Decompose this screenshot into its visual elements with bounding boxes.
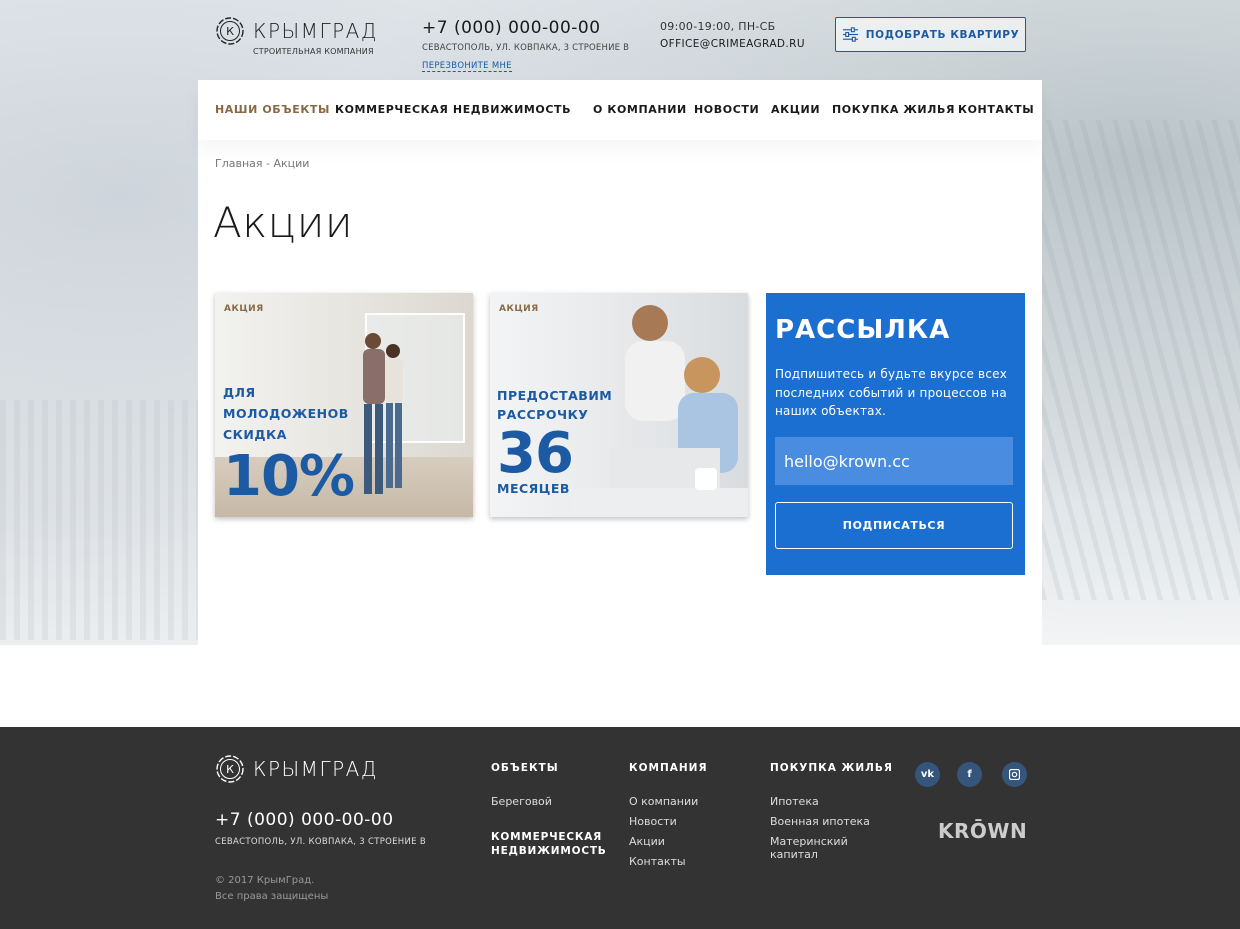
promo-line: СКИДКА (223, 427, 287, 442)
promo-line: МОЛОДОЖЕНОВ (223, 406, 349, 421)
logo-emblem-icon: К (216, 755, 244, 783)
nav-item-our-objects[interactable]: НАШИ ОБЪЕКТЫ (215, 103, 330, 116)
rights-line: Все права защищены (215, 891, 329, 902)
promo-months-value: 36 (497, 421, 574, 486)
svg-text:К: К (226, 25, 234, 38)
footer-phone[interactable]: +7 (000) 000-00-00 (215, 810, 394, 830)
background-pattern-right (1042, 120, 1240, 600)
promo-line: МЕСЯЦЕВ (497, 481, 570, 496)
footer-link-promos[interactable]: Акции (629, 835, 665, 848)
header-email[interactable]: OFFICE@CRIMEAGRAD.RU (660, 38, 805, 50)
promo-tag: АКЦИЯ (224, 304, 264, 314)
instagram-glyph-icon (1009, 769, 1020, 780)
footer-col-objects-title: ОБЪЕКТЫ (491, 762, 559, 774)
main-nav: НАШИ ОБЪЕКТЫ КОММЕРЧЕСКАЯ НЕДВИЖИМОСТЬ О… (198, 80, 1042, 140)
promo-discount-value: 10% (223, 444, 355, 509)
newsletter-block: РАССЫЛКА Подпишитесь и будьте вкурсе все… (766, 293, 1025, 575)
facebook-icon[interactable]: f (957, 762, 982, 787)
subscribe-button[interactable]: ПОДПИСАТЬСЯ (775, 502, 1013, 549)
couple-photo (363, 333, 403, 494)
newsletter-email-input[interactable] (775, 437, 1013, 485)
logo-text: КРЫМГРАД (253, 19, 378, 43)
footer-link-military-mortgage[interactable]: Военная ипотека (770, 815, 870, 828)
footer-address: СЕВАСТОПОЛЬ, УЛ. КОВПАКА, 3 СТРОЕНИЕ В (215, 837, 426, 847)
header-address: СЕВАСТОПОЛЬ, УЛ. КОВПАКА, 3 СТРОЕНИЕ В (422, 43, 630, 53)
newsletter-title: РАССЫЛКА (775, 315, 951, 345)
vk-icon[interactable]: vk (915, 762, 940, 787)
promo-card-newlyweds[interactable]: АКЦИЯ ДЛЯ МОЛОДОЖЕНОВ СКИДКА 10% (215, 293, 473, 517)
callback-link[interactable]: ПЕРЕЗВОНИТЕ МНЕ (422, 61, 512, 72)
footer-link-commercial[interactable]: КОММЕРЧЕСКАЯ НЕДВИЖИМОСТЬ (491, 830, 611, 858)
pick-apartment-label: ПОДОБРАТЬ КВАРТИРУ (865, 28, 1020, 41)
hours-block: 09:00-19:00, ПН-СБ OFFICE@CRIMEAGRAD.RU (660, 20, 805, 50)
footer-link-mortgage[interactable]: Ипотека (770, 795, 819, 808)
contact-phone-block: +7 (000) 000-00-00 СЕВАСТОПОЛЬ, УЛ. КОВП… (422, 18, 629, 72)
svg-text:К: К (226, 763, 234, 776)
promo-line: ДЛЯ (223, 385, 256, 400)
krown-developer-logo[interactable]: KRŌWN (938, 819, 1027, 843)
promo-tag: АКЦИЯ (499, 304, 539, 314)
header-phone[interactable]: +7 (000) 000-00-00 (422, 18, 629, 38)
footer-link-news[interactable]: Новости (629, 815, 677, 828)
footer-link-maternity-capital[interactable]: Материнский капитал (770, 835, 870, 861)
nav-item-buying[interactable]: ПОКУПКА ЖИЛЬЯ (832, 103, 955, 116)
copyright-line: © 2017 КрымГрад. (215, 875, 315, 886)
background-pattern-left (0, 400, 200, 640)
footer-link-contacts[interactable]: Контакты (629, 855, 686, 868)
nav-item-contacts[interactable]: КОНТАКТЫ (958, 103, 1034, 116)
logo[interactable]: К КРЫМГРАД (215, 16, 378, 46)
top-bar: К КРЫМГРАД СТРОИТЕЛЬНАЯ КОМПАНИЯ +7 (000… (0, 0, 1240, 80)
breadcrumb[interactable]: Главная - Акции (215, 157, 309, 170)
logo-subtitle: СТРОИТЕЛЬНАЯ КОМПАНИЯ (253, 47, 374, 56)
nav-item-about[interactable]: О КОМПАНИИ (593, 103, 687, 116)
newsletter-description: Подпишитесь и будьте вкурсе всех последн… (775, 367, 1008, 419)
promo-card-installment[interactable]: АКЦИЯ ПРЕДОСТАВИМ РАССРОЧКУ 36 МЕСЯЦЕВ (490, 293, 748, 517)
logo-emblem-icon: К (216, 17, 244, 45)
nav-item-commercial[interactable]: КОММЕРЧЕСКАЯ НЕДВИЖИМОСТЬ (335, 103, 571, 116)
instagram-icon[interactable] (1002, 762, 1027, 787)
footer-col-company-title: КОМПАНИЯ (629, 762, 708, 774)
page-title: Акции (213, 198, 354, 247)
footer-logo[interactable]: К КРЫМГРАД (215, 754, 378, 784)
nav-item-news[interactable]: НОВОСТИ (694, 103, 759, 116)
footer-col-buy-title: ПОКУПКА ЖИЛЬЯ (770, 762, 893, 774)
pick-apartment-button[interactable]: ПОДОБРАТЬ КВАРТИРУ (835, 17, 1026, 52)
footer-link-beregovoy[interactable]: Береговой (491, 795, 552, 808)
footer-link-about[interactable]: О компании (629, 795, 698, 808)
footer-logo-text: КРЫМГРАД (253, 757, 378, 781)
footer-copyright: © 2017 КрымГрад. Все права защищены (215, 873, 328, 905)
filter-sliders-icon (842, 27, 858, 42)
footer: К КРЫМГРАД +7 (000) 000-00-00 СЕВАСТОПОЛ… (0, 727, 1240, 929)
nav-item-promos[interactable]: АКЦИИ (771, 103, 820, 116)
main-panel: НАШИ ОБЪЕКТЫ КОММЕРЧЕСКАЯ НЕДВИЖИМОСТЬ О… (198, 80, 1042, 645)
working-hours: 09:00-19:00, ПН-СБ (660, 20, 776, 33)
